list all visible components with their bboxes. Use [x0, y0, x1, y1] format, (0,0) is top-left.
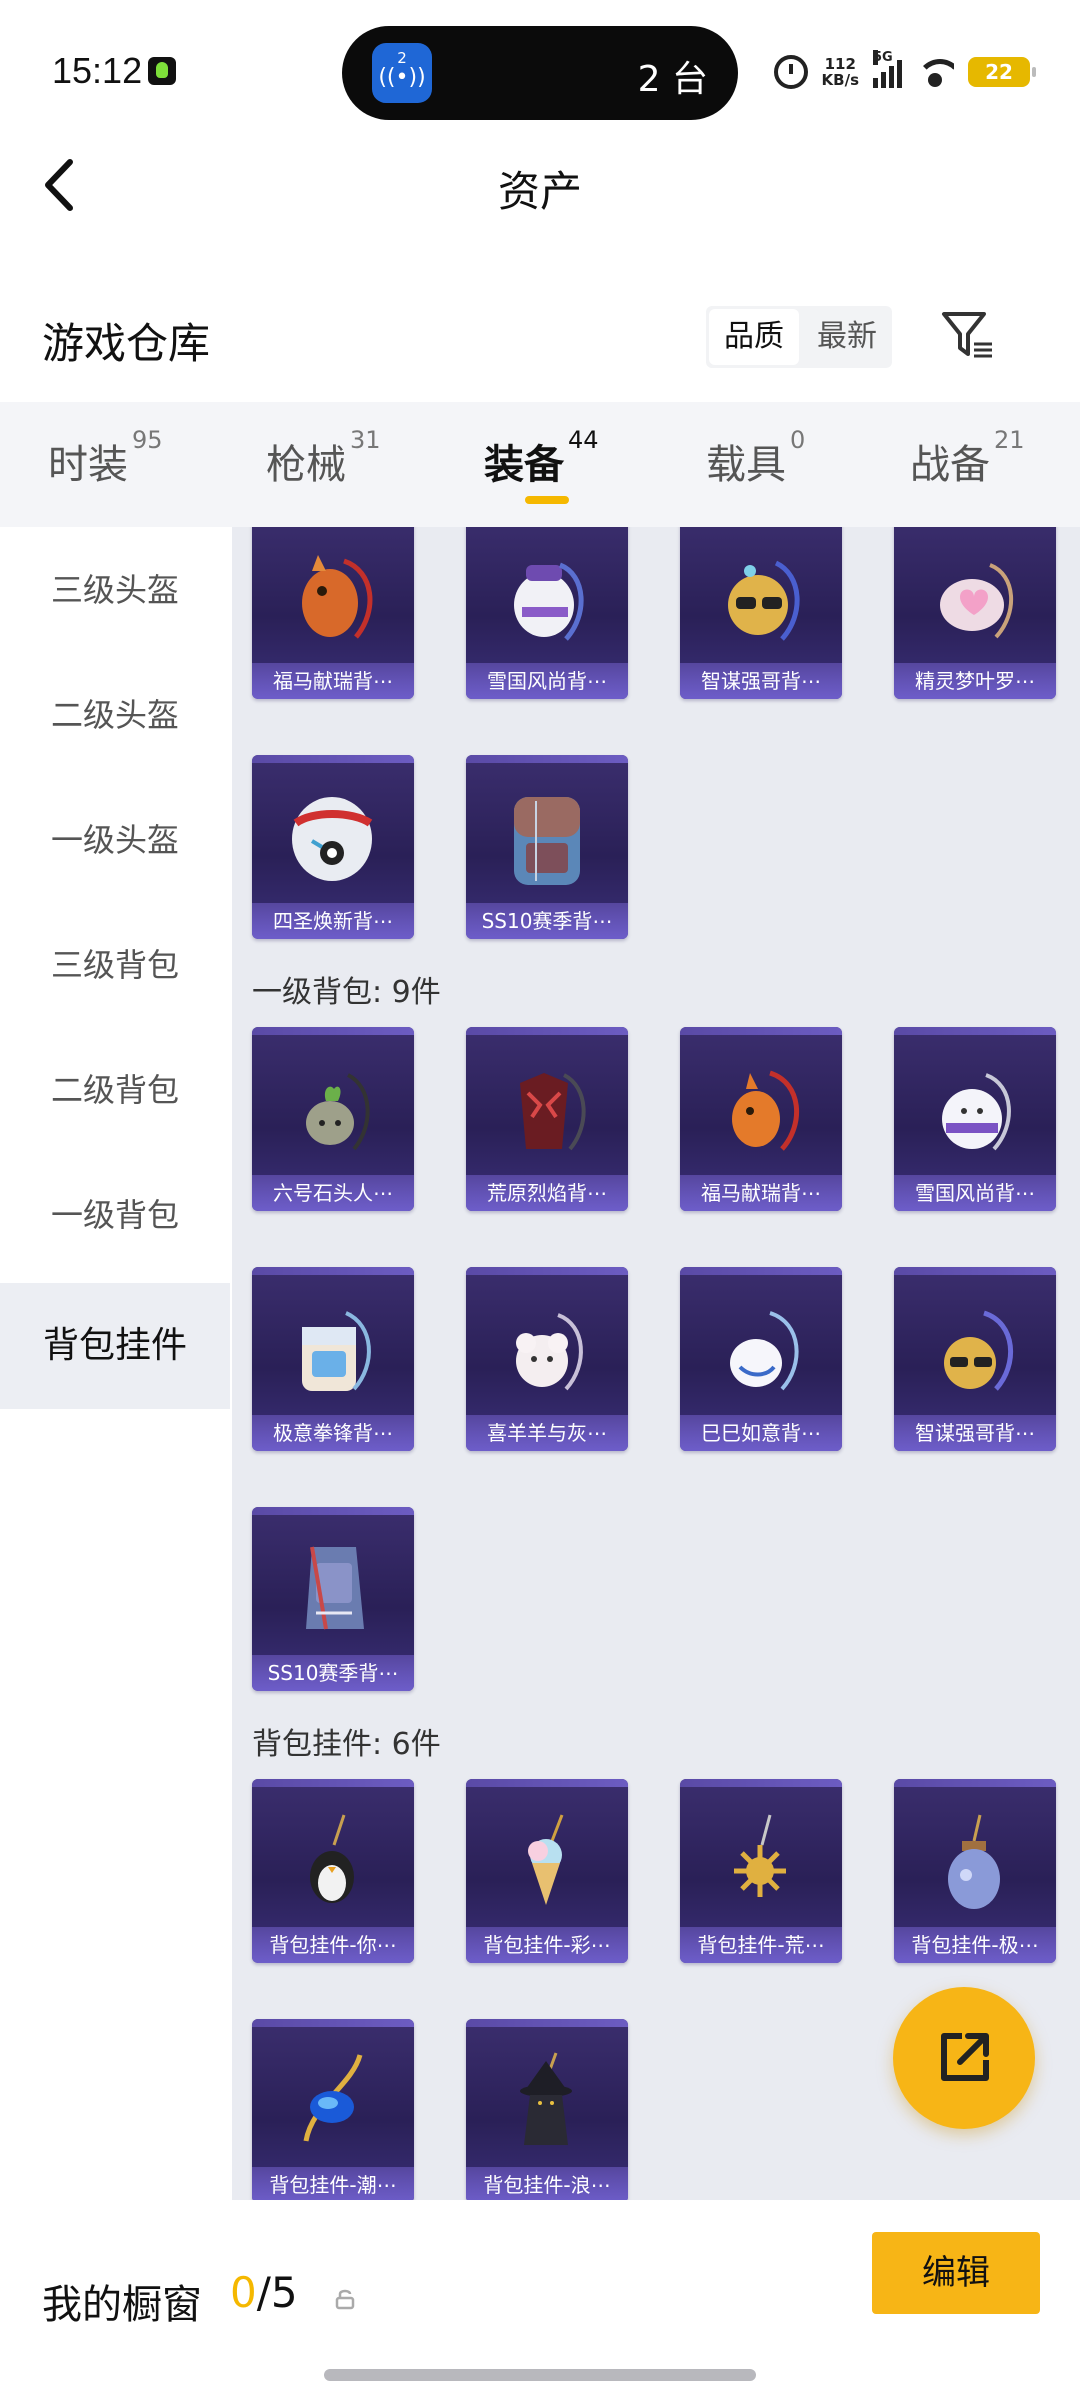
sidebar-item-lv1-backpack[interactable]: 一级背包	[0, 1190, 230, 1236]
item-card[interactable]: 背包挂件-你⋯	[252, 1779, 414, 1963]
share-fab[interactable]	[893, 1987, 1035, 2129]
battery-icon: 22	[968, 57, 1036, 87]
sidebar-item-lv2-helmet[interactable]: 二级头盔	[0, 690, 230, 736]
sort-quality-button[interactable]: 品质	[709, 309, 799, 365]
item-card[interactable]: 四圣焕新背⋯	[252, 755, 414, 939]
showcase-label: 我的橱窗	[42, 2282, 202, 2328]
filter-button[interactable]	[940, 308, 996, 364]
charm-witch-icon	[520, 2052, 572, 2145]
category-tabs: 时装95 枪械31 装备44 载具0 战备21	[0, 402, 1080, 527]
backpack-smart-guy-icon	[944, 1310, 1014, 1391]
tab-supplies[interactable]: 战备21	[910, 426, 1025, 490]
item-card[interactable]: 喜羊羊与灰⋯	[466, 1267, 628, 1451]
backpack-snowman-icon	[942, 1073, 1011, 1151]
sidebar-item-lv3-helmet[interactable]: 三级头盔	[0, 565, 230, 611]
item-card[interactable]: 极意拳锋背⋯	[252, 1267, 414, 1451]
item-card[interactable]: 雪国风尚背⋯	[466, 527, 628, 699]
backpack-snake-icon	[730, 1311, 799, 1391]
sidebar-item-lv2-backpack[interactable]: 二级背包	[0, 1065, 230, 1111]
item-card[interactable]: 雪国风尚背⋯	[894, 1027, 1056, 1211]
backpack-horse-icon	[302, 555, 373, 639]
bottom-bar: 我的橱窗 0/5 编辑	[0, 2200, 1080, 2400]
home-indicator[interactable]	[324, 2369, 756, 2381]
backpack-fist-icon	[302, 1311, 371, 1391]
charm-jar-icon	[948, 1814, 1000, 1909]
item-card[interactable]: 福马献瑞背⋯	[252, 527, 414, 699]
filter-icon	[942, 312, 992, 358]
backpack-elf-icon	[940, 563, 1013, 639]
item-card[interactable]: 智谋强哥背⋯	[680, 527, 842, 699]
sort-toggle: 品质 最新	[706, 306, 892, 368]
wifi-icon	[916, 57, 954, 87]
item-card[interactable]: SS10赛季背⋯	[252, 1507, 414, 1691]
item-grid: 福马献瑞背⋯ 雪国风尚背⋯ 智谋强哥背⋯ 精灵梦叶罗⋯ 四圣焕新背⋯ SS10赛…	[232, 527, 1080, 2200]
backpack-season-icon	[306, 1546, 364, 1630]
chevron-left-icon	[45, 159, 73, 211]
backpack-season-icon	[514, 797, 580, 885]
backpack-sheep-icon	[516, 1313, 583, 1391]
item-card[interactable]: 背包挂件-荒⋯	[680, 1779, 842, 1963]
edit-button[interactable]: 编辑	[872, 2232, 1040, 2314]
broadcast-icon: 2 ((•))	[372, 43, 432, 103]
tab-vehicles[interactable]: 载具0	[706, 426, 805, 490]
back-button[interactable]	[40, 158, 84, 212]
backpack-stone-icon	[306, 1073, 370, 1151]
item-card[interactable]: 精灵梦叶罗⋯	[894, 527, 1056, 699]
sidebar: 三级头盔 二级头盔 一级头盔 三级背包 二级背包 一级背包 背包挂件	[0, 527, 230, 2200]
island-device-count: 2 台	[637, 59, 708, 100]
active-tab-indicator	[525, 496, 569, 504]
tab-equipment[interactable]: 装备44	[484, 426, 599, 490]
item-card[interactable]: 巳巳如意背⋯	[680, 1267, 842, 1451]
share-external-icon	[941, 2033, 989, 2081]
item-card[interactable]: 荒原烈焰背⋯	[466, 1027, 628, 1211]
item-card[interactable]: 背包挂件-潮⋯	[252, 2019, 414, 2200]
backpack-horse-icon	[732, 1070, 800, 1151]
backpack-smart-guy-icon	[728, 560, 800, 641]
sidebar-item-backpack-charm[interactable]: 背包挂件	[0, 1283, 230, 1409]
showcase-count: 0/5	[230, 2268, 298, 2317]
sort-newest-button[interactable]: 最新	[802, 306, 892, 368]
charm-sun-icon	[734, 1814, 786, 1897]
dynamic-island[interactable]: 2 ((•)) 2 台	[342, 26, 738, 120]
sidebar-item-lv3-backpack[interactable]: 三级背包	[0, 940, 230, 986]
status-bar: 15:12 2 ((•)) 2 台 112 KB/s 5G 22	[0, 0, 1080, 140]
signal-icon: 5G	[873, 50, 902, 88]
tab-fashion[interactable]: 时装95	[48, 426, 163, 490]
charm-icecream-icon	[528, 1814, 564, 1905]
item-card[interactable]: 背包挂件-浪⋯	[466, 2019, 628, 2200]
item-card[interactable]: 背包挂件-极⋯	[894, 1779, 1056, 1963]
net-speed: 112 KB/s	[821, 55, 859, 89]
item-card[interactable]: SS10赛季背⋯	[466, 755, 628, 939]
item-card[interactable]: 智谋强哥背⋯	[894, 1267, 1056, 1451]
warehouse-title: 游戏仓库	[42, 319, 211, 368]
charm-gem-icon	[303, 2054, 363, 2142]
page-title: 资产	[497, 167, 582, 216]
backpack-flame-icon	[520, 1073, 586, 1151]
item-card[interactable]: 背包挂件-彩⋯	[466, 1779, 628, 1963]
item-card[interactable]: 福马献瑞背⋯	[680, 1027, 842, 1211]
app-notification-icon	[148, 57, 176, 85]
backpack-robot-icon	[292, 797, 373, 881]
alarm-icon	[773, 55, 808, 89]
tab-guns[interactable]: 枪械31	[266, 426, 381, 490]
backpack-snowman-icon	[514, 562, 584, 641]
item-card[interactable]: 六号石头人⋯	[252, 1027, 414, 1211]
section-title-backpack-charm: 背包挂件: 6件	[252, 1727, 441, 1762]
charm-penguin-icon	[310, 1814, 354, 1903]
section-title-lv1-backpack: 一级背包: 9件	[252, 975, 441, 1010]
status-time: 15:12	[52, 50, 143, 91]
lock-icon	[335, 2289, 355, 2310]
sidebar-item-lv1-helmet[interactable]: 一级头盔	[0, 815, 230, 861]
